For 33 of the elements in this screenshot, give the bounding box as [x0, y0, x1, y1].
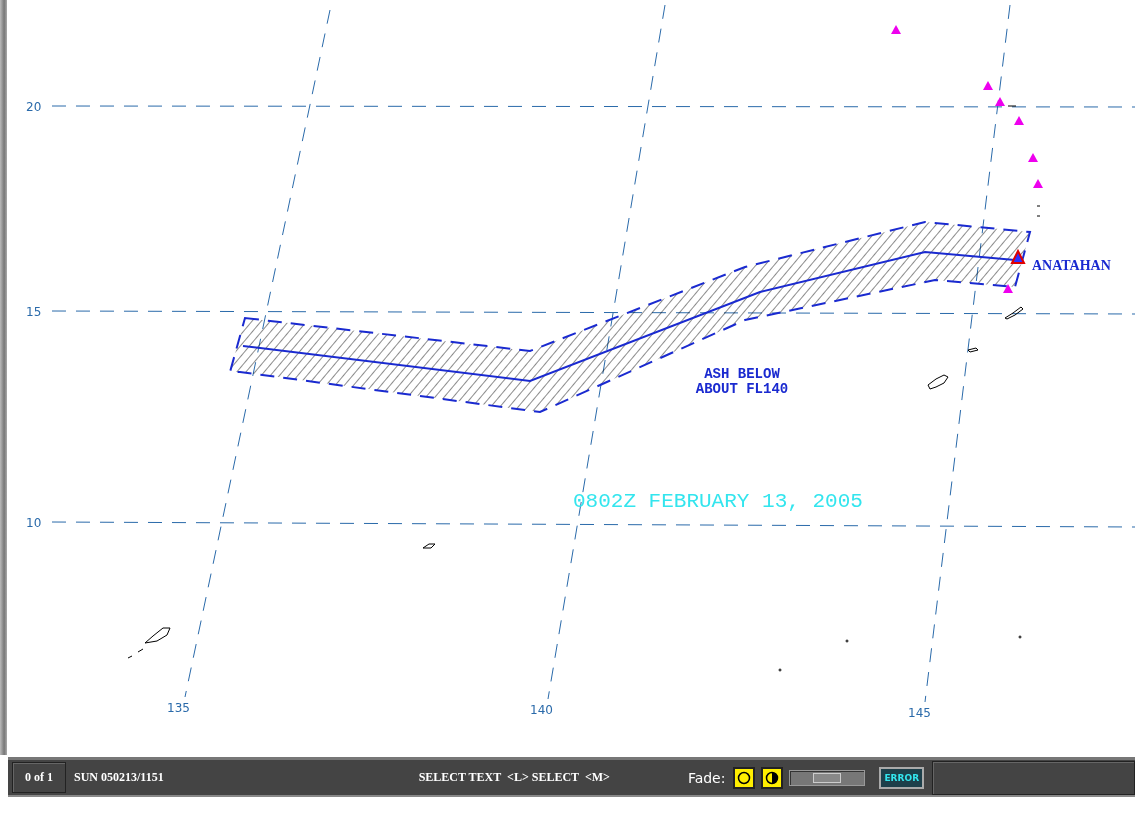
slider-thumb[interactable]	[813, 772, 842, 783]
frame-counter: 0 of 1	[12, 762, 66, 793]
island-outline	[422, 543, 436, 549]
island-dot	[1018, 635, 1022, 639]
longitude-label: 145	[908, 706, 931, 720]
prompt-text: SELECT TEXT <L> SELECT <M>	[418, 770, 610, 785]
island-outline	[1007, 105, 1017, 107]
erupting-volcano-icon	[1010, 248, 1026, 264]
volcano-icon	[891, 25, 901, 34]
timestamp-text: 0802Z FEBRUARY 13, 2005	[573, 490, 863, 513]
longitude-label: 135	[167, 701, 190, 715]
island-outline	[927, 374, 949, 390]
fade-label: Fade:	[687, 769, 726, 786]
island-dot	[778, 668, 782, 672]
error-button[interactable]: ERROR	[879, 766, 925, 789]
island-outline	[1036, 205, 1041, 217]
island-dot	[845, 639, 849, 643]
volcano-label: ANATAHAN	[1032, 258, 1111, 273]
volcano-icon	[1003, 284, 1013, 293]
longitude-label: 140	[530, 703, 553, 717]
island-outline	[144, 627, 171, 644]
island-outline	[127, 648, 144, 659]
volcano-icon	[1033, 179, 1043, 188]
island-outline	[967, 347, 979, 353]
advisory-text: ABOUT FL140	[695, 381, 789, 397]
island-outline	[1004, 306, 1024, 320]
latitude-label: 10	[26, 516, 42, 530]
datetime-text: SUN 050213/1151	[74, 770, 164, 785]
volcano-icon	[1028, 153, 1038, 162]
latitude-label: 20	[26, 100, 42, 114]
advisory-text: ASH BELOW	[704, 366, 780, 382]
fade-slider[interactable]	[789, 769, 866, 786]
latitude-label: 15	[26, 305, 42, 319]
